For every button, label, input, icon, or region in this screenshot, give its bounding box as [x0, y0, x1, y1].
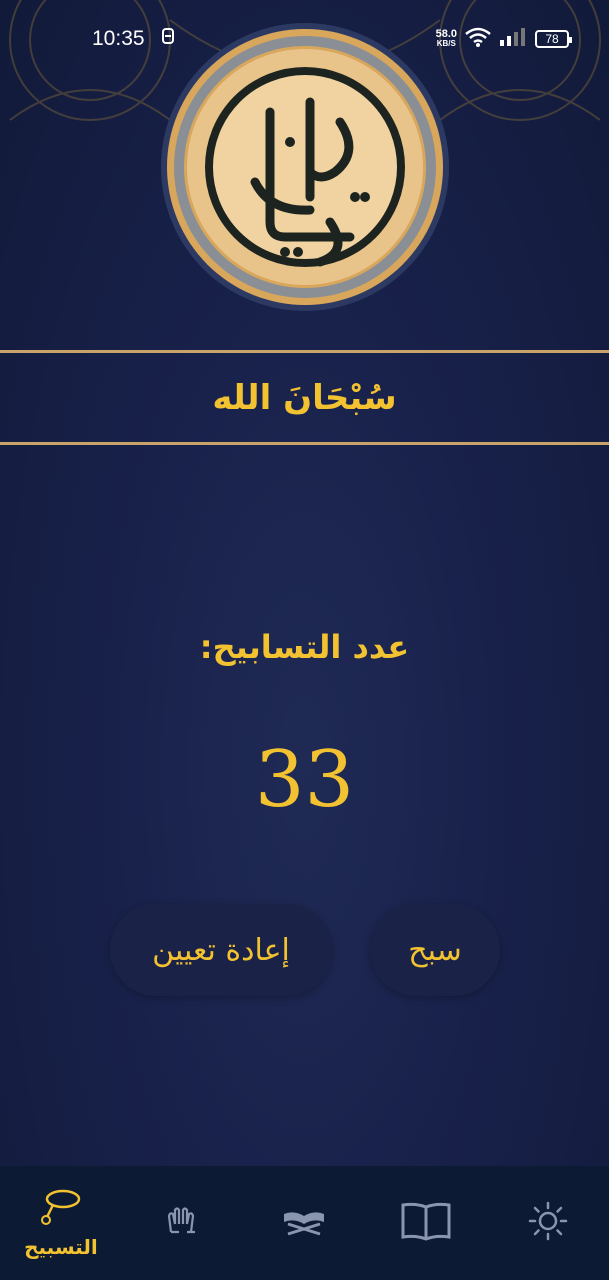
battery-icon: 78 [535, 30, 572, 48]
nav-label-tasbih: التسبيح [24, 1235, 98, 1259]
quran-stand-icon [282, 1206, 326, 1240]
count-label: :عدد التسابيح [199, 628, 410, 666]
wifi-icon [465, 27, 491, 52]
nav-item-dua[interactable] [133, 1206, 233, 1240]
signal-icon [499, 27, 527, 51]
status-time: 10:35 [92, 27, 145, 50]
praying-hands-icon [165, 1206, 201, 1240]
nav-item-books[interactable] [376, 1201, 476, 1245]
top-divider [0, 350, 609, 353]
nav-item-tasbih[interactable]: التسبيح [11, 1187, 111, 1259]
app-logo [161, 23, 449, 311]
tasbih-button[interactable]: سبح [370, 904, 500, 996]
reset-button[interactable]: إعادة تعيين [110, 904, 332, 996]
tasbih-button-label: سبح [408, 932, 462, 968]
reset-button-label: إعادة تعيين [152, 932, 290, 968]
nav-item-quran[interactable] [254, 1206, 354, 1240]
sun-icon [528, 1201, 568, 1245]
nav-item-settings[interactable] [498, 1201, 598, 1245]
bottom-nav: التسبيح [0, 1166, 609, 1280]
count-value: 33 [254, 735, 355, 825]
bottom-divider [0, 442, 609, 445]
dhikr-title: سُبْحَانَ الله [212, 378, 397, 418]
tasbih-beads-icon [39, 1187, 83, 1231]
open-book-icon [400, 1201, 452, 1245]
